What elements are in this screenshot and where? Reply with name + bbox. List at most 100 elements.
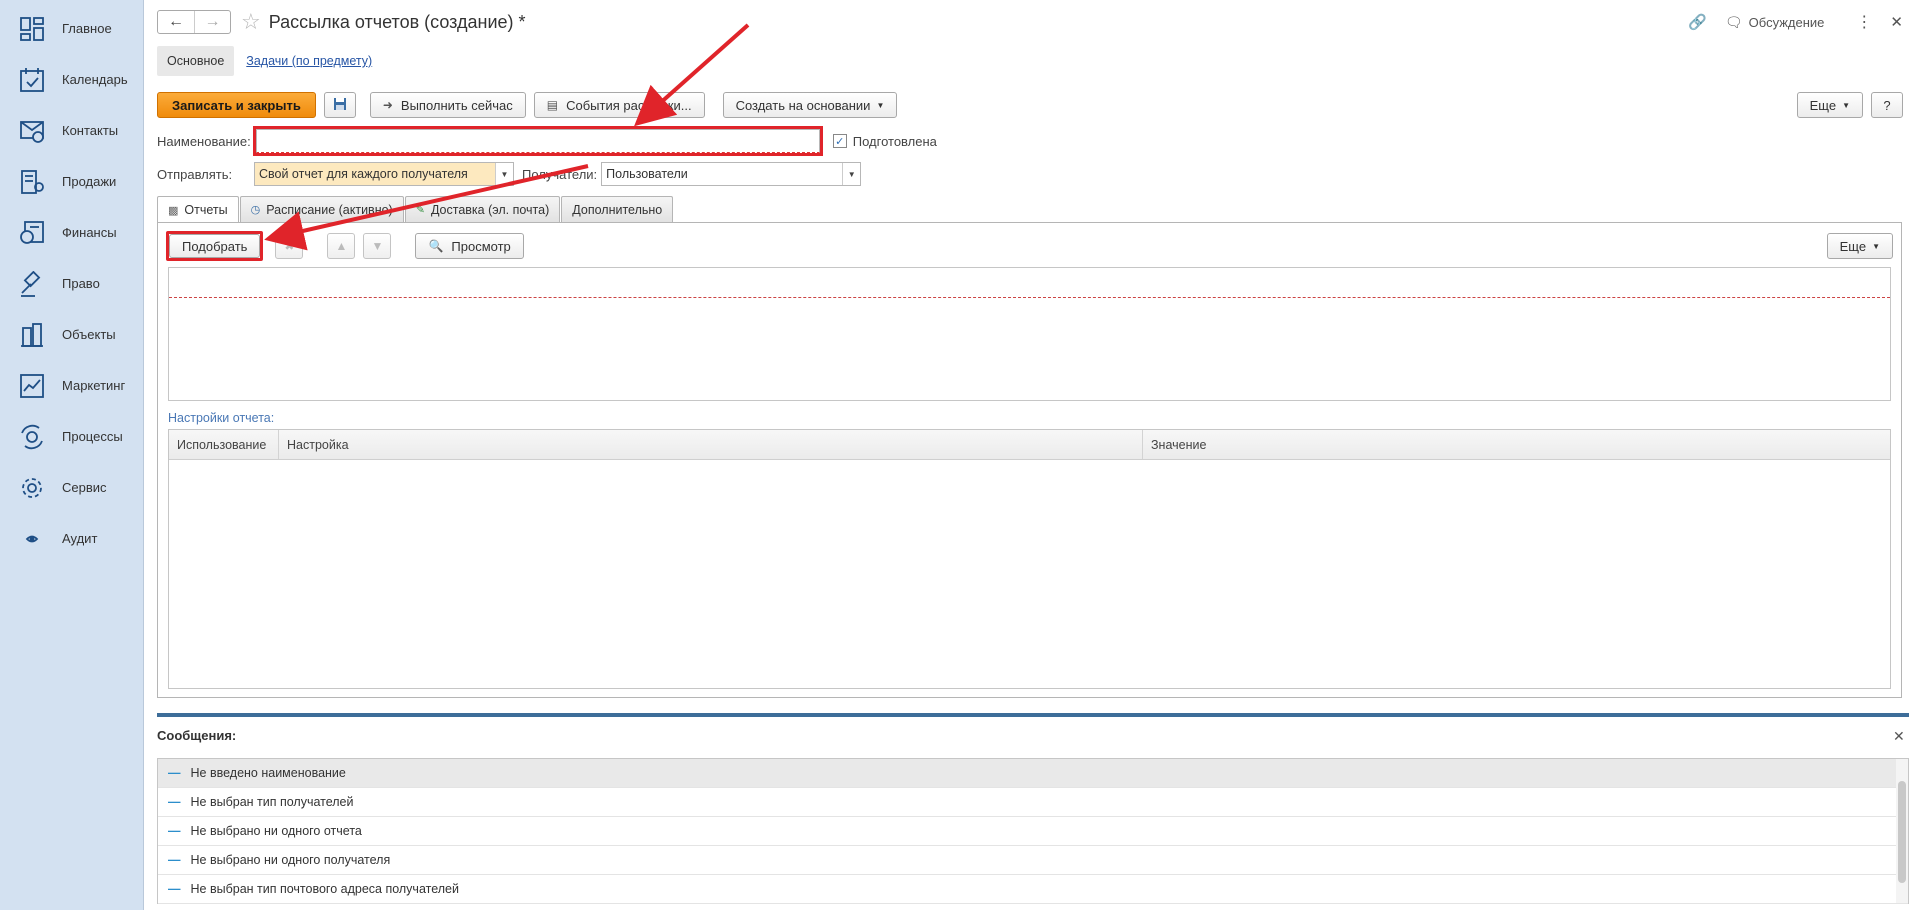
tab-schedule[interactable]: ◷ Расписание (активно) xyxy=(239,196,404,222)
scrollbar[interactable] xyxy=(1896,759,1908,903)
scrollbar-thumb[interactable] xyxy=(1898,781,1906,883)
send-label: Отправлять: xyxy=(157,166,233,182)
name-input[interactable] xyxy=(255,129,820,153)
tab-reports[interactable]: ▩ Отчеты xyxy=(157,196,239,223)
sales-icon xyxy=(18,168,46,196)
list-item[interactable]: — Не выбран тип получателей xyxy=(158,788,1908,817)
save-and-close-button[interactable]: Записать и закрыть xyxy=(157,92,316,118)
help-button[interactable]: ? xyxy=(1871,92,1903,118)
move-up-button[interactable]: ▲ xyxy=(327,233,356,259)
send-mode-select[interactable]: Свой отчет для каждого получателя ▼ xyxy=(254,162,514,186)
clock-icon: ◷ xyxy=(250,204,261,216)
tab-additional[interactable]: Дополнительно xyxy=(561,196,674,222)
law-gavel-icon xyxy=(18,270,46,298)
arrow-down-icon: ▼ xyxy=(371,239,384,253)
save-button[interactable] xyxy=(323,92,356,118)
panel-splitter[interactable] xyxy=(157,713,1909,717)
chevron-down-icon[interactable]: ▼ xyxy=(495,163,513,185)
tab-main[interactable]: Основное xyxy=(157,46,235,76)
reports-command-bar: Подобрать ✖ ▲ ▼ 🔍 Просмотр Еще ▼ xyxy=(166,231,1893,261)
reports-table[interactable] xyxy=(168,267,1891,401)
sidebar-item-service[interactable]: Сервис xyxy=(0,462,143,513)
link-icon[interactable]: 🔗 xyxy=(1688,13,1707,31)
send-mode-value: Свой отчет для каждого получателя xyxy=(255,163,495,185)
sidebar-item-label: Маркетинг xyxy=(62,378,126,393)
sidebar-item-label: Право xyxy=(62,276,100,291)
sidebar-item-label: Продажи xyxy=(62,174,117,189)
column-header-value[interactable]: Значение xyxy=(1143,430,1890,459)
reports-panel: Подобрать ✖ ▲ ▼ 🔍 Просмотр Еще ▼ Настрой… xyxy=(157,222,1902,698)
report-settings-table[interactable]: Использование Настройка Значение xyxy=(168,429,1891,689)
chevron-down-icon: ▼ xyxy=(876,100,885,110)
comment-icon: 🗨 xyxy=(1724,13,1743,30)
delete-button[interactable]: ✖ xyxy=(275,233,304,259)
recipients-select[interactable]: Пользователи ▼ xyxy=(601,162,862,186)
discussion-button[interactable]: 🗨 Обсуждение xyxy=(1725,14,1825,31)
back-button[interactable]: ← xyxy=(158,11,194,33)
run-now-button[interactable]: ➜ Выполнить сейчас xyxy=(369,92,526,118)
title-actions: 🔗 🗨 Обсуждение ⋮ ✕ xyxy=(1688,12,1903,32)
column-header-usage[interactable]: Использование xyxy=(169,430,279,459)
prepared-label: Подготовлена xyxy=(852,133,937,149)
more-vertical-icon[interactable]: ⋮ xyxy=(1856,12,1872,32)
close-icon[interactable]: ✕ xyxy=(1890,13,1903,31)
close-icon[interactable]: ✕ xyxy=(1893,728,1905,745)
gear-icon xyxy=(18,474,46,502)
forward-button[interactable]: → xyxy=(194,11,230,33)
list-item[interactable]: — Не выбран тип почтового адреса получате… xyxy=(158,875,1908,904)
run-now-label: Выполнить сейчас xyxy=(400,97,513,113)
message-text: Не выбрано ни одного получателя xyxy=(190,853,391,867)
message-text: Не введено наименование xyxy=(190,766,346,780)
chevron-down-icon: ▼ xyxy=(1842,100,1850,110)
reports-more-button[interactable]: Еще ▼ xyxy=(1826,233,1893,259)
recipients-label: Получатели: xyxy=(522,166,598,182)
home-grid-icon xyxy=(18,15,46,43)
sidebar-item-contacts[interactable]: Контакты xyxy=(0,105,143,156)
sidebar-item-sales[interactable]: Продажи xyxy=(0,156,143,207)
delete-icon: ✖ xyxy=(284,239,295,253)
sidebar-item-marketing[interactable]: Маркетинг xyxy=(0,360,143,411)
pick-button[interactable]: Подобрать xyxy=(169,234,261,258)
tab-tasks-link[interactable]: Задачи (по предмету) xyxy=(246,54,372,68)
sidebar-item-objects[interactable]: Объекты xyxy=(0,309,143,360)
sidebar-item-processes[interactable]: Процессы xyxy=(0,411,143,462)
prepared-checkbox[interactable]: ✓ xyxy=(832,134,847,148)
page-title: Рассылка отчетов (создание) * xyxy=(268,11,526,32)
list-item[interactable]: — Не введено наименование xyxy=(158,759,1908,788)
table-row[interactable] xyxy=(169,268,1890,298)
sidebar-item-calendar[interactable]: Календарь xyxy=(0,54,143,105)
pick-button-highlight: Подобрать xyxy=(166,231,264,261)
arrow-right-icon: → xyxy=(204,13,221,30)
sidebar-item-label: Контакты xyxy=(62,123,119,138)
tab-delivery[interactable]: ✎ Доставка (эл. почта) xyxy=(404,196,561,222)
sidebar-item-law[interactable]: Право xyxy=(0,258,143,309)
main-area: ← → ☆ Рассылка отчетов (создание) * 🔗 🗨 … xyxy=(145,0,1915,910)
send-row: Отправлять: Свой отчет для каждого получ… xyxy=(157,162,862,186)
sidebar-item-label: Аудит xyxy=(62,531,98,546)
list-item[interactable]: — Не выбрано ни одного получателя xyxy=(158,846,1908,875)
favorite-star-icon[interactable]: ☆ xyxy=(241,11,261,33)
navigation-buttons: ← → xyxy=(157,10,231,34)
report-settings-label: Настройки отчета: xyxy=(168,411,275,425)
more-button[interactable]: Еще ▼ xyxy=(1796,92,1863,118)
contacts-icon xyxy=(18,117,46,145)
create-based-label: Создать на основании xyxy=(735,97,871,113)
name-label: Наименование: xyxy=(157,133,251,149)
sidebar-item-label: Календарь xyxy=(62,72,128,87)
chevron-down-icon[interactable]: ▼ xyxy=(842,163,860,185)
move-down-button[interactable]: ▼ xyxy=(363,233,392,259)
column-header-setting[interactable]: Настройка xyxy=(279,430,1143,459)
create-based-on-button[interactable]: Создать на основании ▼ xyxy=(722,92,898,118)
sidebar-item-audit[interactable]: Аудит xyxy=(0,513,143,564)
sidebar: Главное Календарь Контакты Продажи Финан… xyxy=(0,0,144,910)
mailing-events-button[interactable]: ▤ События рассылки... xyxy=(533,92,705,118)
message-text: Не выбран тип почтового адреса получател… xyxy=(190,882,459,896)
list-item[interactable]: — Не выбрано ни одного отчета xyxy=(158,817,1908,846)
tab-label: Отчеты xyxy=(184,203,228,217)
sidebar-item-main[interactable]: Главное xyxy=(0,3,143,54)
finance-icon xyxy=(18,219,46,247)
sidebar-item-finance[interactable]: Финансы xyxy=(0,207,143,258)
preview-button[interactable]: 🔍 Просмотр xyxy=(415,233,524,259)
delivery-icon: ✎ xyxy=(415,204,425,216)
form-sections: Основное Задачи (по предмету) xyxy=(157,46,372,76)
